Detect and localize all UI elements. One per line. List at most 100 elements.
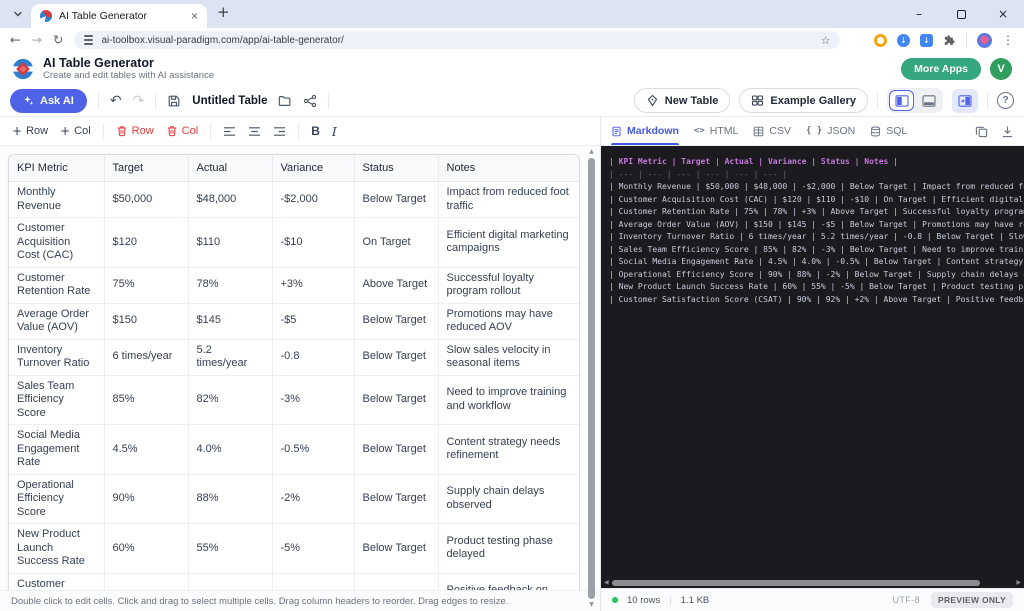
forward-icon[interactable]: →	[31, 33, 41, 47]
tab-search-button[interactable]	[9, 5, 27, 23]
horizontal-view-button[interactable]	[916, 90, 941, 111]
minimize-button[interactable]: –	[898, 0, 940, 28]
table-cell[interactable]: Below Target	[354, 303, 439, 340]
browser-menu-icon[interactable]: ⋮	[1002, 33, 1014, 47]
scrollbar-thumb[interactable]	[611, 579, 980, 586]
open-folder-icon[interactable]	[278, 94, 292, 108]
add-row-button[interactable]: + Row	[12, 125, 48, 137]
table-cell[interactable]: Below Target	[354, 523, 439, 574]
table-cell[interactable]: Product testing phase delayed	[438, 523, 579, 574]
browser-tab[interactable]: AI Table Generator ×	[31, 4, 207, 28]
table-cell[interactable]: Operational Efficiency Score	[9, 474, 105, 524]
column-header[interactable]: Target	[104, 155, 189, 182]
toggle-panel-button[interactable]	[952, 88, 978, 113]
table-cell[interactable]: Above Target	[354, 267, 439, 304]
table-cell[interactable]: +3%	[272, 267, 355, 304]
table-cell[interactable]: +2%	[272, 573, 355, 590]
new-table-button[interactable]: New Table	[633, 88, 731, 113]
table-cell[interactable]: $120	[104, 217, 189, 268]
table-cell[interactable]: -0.8	[272, 339, 355, 376]
reload-icon[interactable]: ↻	[53, 33, 63, 47]
scroll-left-icon[interactable]: ◀	[604, 579, 609, 586]
column-header[interactable]: Actual	[188, 155, 273, 182]
table-cell[interactable]: 75%	[104, 267, 189, 304]
redo-icon[interactable]: ↷	[133, 94, 145, 108]
table-cell[interactable]: 90%	[104, 573, 189, 590]
new-tab-button[interactable]: +	[217, 5, 230, 20]
table-cell[interactable]: Promotions may have reduced AOV	[438, 303, 579, 340]
table-cell[interactable]: -$5	[272, 303, 355, 340]
table-cell[interactable]: New Product Launch Success Rate	[9, 523, 105, 574]
italic-button[interactable]: I	[332, 124, 337, 139]
table-cell[interactable]: Below Target	[354, 474, 439, 524]
table-cell[interactable]: 4.5%	[104, 424, 189, 475]
scrollbar-thumb[interactable]	[588, 158, 595, 599]
scroll-right-icon[interactable]: ▶	[1016, 579, 1021, 586]
table-cell[interactable]: Customer Satisfaction Score (CSAT)	[9, 573, 105, 590]
tab-sql[interactable]: SQL	[870, 117, 907, 145]
extension-download-square-icon[interactable]: ↓	[920, 33, 933, 47]
table-cell[interactable]: 88%	[188, 474, 273, 524]
scroll-up-icon[interactable]: ▲	[589, 148, 594, 156]
table-cell[interactable]: Supply chain delays observed	[438, 474, 579, 524]
table-cell[interactable]: Below Target	[354, 424, 439, 475]
table-cell[interactable]: On Target	[354, 217, 439, 268]
table-cell[interactable]: Positive feedback on service experience	[438, 573, 579, 590]
table-cell[interactable]: 82%	[188, 375, 273, 425]
table-cell[interactable]: -$2,000	[272, 181, 355, 218]
table-cell[interactable]: -0.5%	[272, 424, 355, 475]
table-cell[interactable]: Efficient digital marketing campaigns	[438, 217, 579, 268]
add-col-button[interactable]: + Col	[60, 125, 91, 137]
scroll-down-icon[interactable]: ▼	[589, 601, 594, 609]
save-icon[interactable]	[167, 94, 181, 108]
back-icon[interactable]: ←	[10, 33, 20, 47]
table-cell[interactable]: Social Media Engagement Rate	[9, 424, 105, 475]
table-cell[interactable]: $110	[188, 217, 273, 268]
split-view-button[interactable]	[889, 90, 914, 111]
table-cell[interactable]: Monthly Revenue	[9, 181, 105, 218]
table-cell[interactable]: Content strategy needs refinement	[438, 424, 579, 475]
extension-ring-icon[interactable]	[874, 33, 887, 47]
delete-row-button[interactable]: Row	[116, 125, 154, 137]
markdown-preview[interactable]: | KPI Metric | Target | Actual | Varianc…	[601, 146, 1024, 577]
table-cell[interactable]: Above Target	[354, 573, 439, 590]
download-button[interactable]	[1001, 125, 1014, 138]
copy-button[interactable]	[975, 125, 988, 138]
bookmark-star-icon[interactable]: ☆	[821, 34, 831, 47]
share-icon[interactable]	[303, 94, 317, 108]
align-left-button[interactable]	[223, 126, 236, 137]
tab-close-icon[interactable]: ×	[191, 10, 198, 22]
tab-markdown[interactable]: Markdown	[611, 117, 679, 145]
table-cell[interactable]: $48,000	[188, 181, 273, 218]
table-cell[interactable]: Customer Acquisition Cost (CAC)	[9, 217, 105, 268]
table-cell[interactable]: Below Target	[354, 339, 439, 376]
table-cell[interactable]: 60%	[104, 523, 189, 574]
user-avatar[interactable]: V	[990, 57, 1012, 80]
table-cell[interactable]: Need to improve training and workflow	[438, 375, 579, 425]
help-button[interactable]: ?	[997, 92, 1014, 109]
column-header[interactable]: KPI Metric	[9, 155, 105, 182]
undo-icon[interactable]: ↶	[110, 94, 122, 108]
align-right-button[interactable]	[273, 126, 286, 137]
table-cell[interactable]: -3%	[272, 375, 355, 425]
table-cell[interactable]: 4.0%	[188, 424, 273, 475]
tab-html[interactable]: <> HTML	[694, 117, 738, 145]
extensions-puzzle-icon[interactable]	[943, 34, 956, 47]
tab-csv[interactable]: CSV	[753, 117, 791, 145]
tab-json[interactable]: { } JSON	[806, 117, 855, 145]
maximize-button[interactable]	[940, 0, 982, 28]
site-settings-icon[interactable]	[84, 35, 94, 45]
table-cell[interactable]: -2%	[272, 474, 355, 524]
vertical-scrollbar[interactable]: ▲ ▼	[587, 148, 596, 609]
table-cell[interactable]: Customer Retention Rate	[9, 267, 105, 304]
align-center-button[interactable]	[248, 126, 261, 137]
table-cell[interactable]: 85%	[104, 375, 189, 425]
horizontal-scrollbar[interactable]: ◀ ▶	[601, 577, 1024, 588]
table-cell[interactable]: $145	[188, 303, 273, 340]
url-text[interactable]: ai-toolbox.visual-paradigm.com/app/ai-ta…	[101, 35, 812, 46]
delete-col-button[interactable]: Col	[166, 125, 198, 137]
table-cell[interactable]: $150	[104, 303, 189, 340]
table-cell[interactable]: 5.2 times/year	[188, 339, 273, 376]
table-cell[interactable]: Sales Team Efficiency Score	[9, 375, 105, 425]
bold-button[interactable]: B	[311, 124, 320, 138]
